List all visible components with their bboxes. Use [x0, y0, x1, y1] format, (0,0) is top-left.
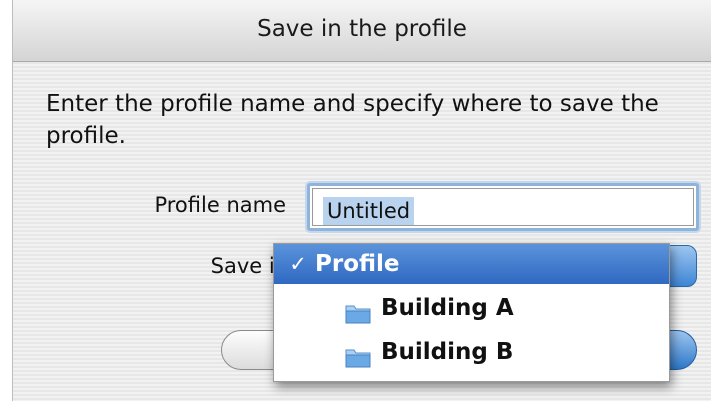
menu-item-profile[interactable]: ✓ Profile	[274, 244, 669, 284]
menu-item-building-b[interactable]: Building B	[274, 332, 669, 372]
dialog-title: Save in the profile	[257, 16, 467, 42]
profile-name-label: Profile name	[154, 193, 286, 217]
save-in-dropdown-menu: ✓ Profile Building A Building B	[273, 243, 670, 382]
folder-icon	[345, 341, 371, 368]
profile-name-value[interactable]: Untitled	[323, 197, 415, 225]
menu-item-label: Building A	[381, 295, 514, 321]
save-in-label: Save in	[210, 254, 288, 278]
instructions-text: Enter the profile name and specify where…	[46, 91, 659, 149]
menu-item-label: Profile	[315, 251, 400, 277]
profile-name-field-inner: Untitled	[312, 188, 694, 226]
folder-icon	[345, 297, 371, 324]
profile-name-field[interactable]: Untitled	[307, 183, 699, 231]
menu-item-building-a[interactable]: Building A	[274, 288, 669, 328]
menu-item-label: Building B	[381, 339, 514, 365]
checkmark-icon: ✓	[289, 252, 307, 276]
title-bar: Save in the profile	[13, 0, 711, 62]
